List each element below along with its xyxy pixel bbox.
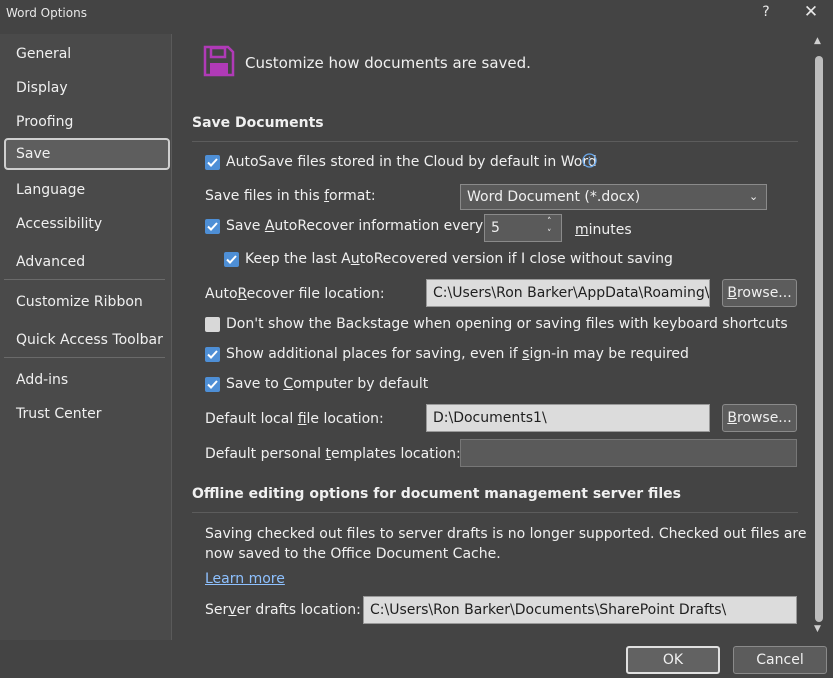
backstage-checkbox[interactable]: [205, 317, 220, 332]
additional-places-label: Show additional places for saving, even …: [226, 346, 689, 362]
autorecover-checkbox[interactable]: [205, 219, 220, 234]
format-label: Save files in this format:: [205, 188, 376, 204]
learn-more-link[interactable]: Learn more: [205, 571, 285, 587]
save-to-computer-label: Save to Computer by default: [226, 376, 429, 392]
save-options-panel: Customize how documents are saved. Save …: [180, 34, 810, 640]
autorecover-browse-button[interactable]: Browse...: [722, 279, 797, 307]
sidebar-item-accessibility[interactable]: Accessibility: [4, 208, 170, 240]
additional-places-checkbox[interactable]: [205, 347, 220, 362]
save-floppy-icon: [202, 44, 236, 78]
templates-location-label: Default personal templates location:: [205, 446, 461, 462]
sidebar-item-trust-center[interactable]: Trust Center: [4, 398, 170, 430]
sidebar-divider: [4, 357, 165, 358]
sidebar-divider: [4, 279, 165, 280]
sidebar-item-save[interactable]: Save: [4, 138, 170, 170]
sidebar-item-language[interactable]: Language: [4, 174, 170, 206]
save-format-dropdown[interactable]: Word Document (*.docx) ⌄: [460, 184, 767, 210]
autorecover-label: Save AutoRecover information every: [226, 218, 484, 234]
autosave-label: AutoSave files stored in the Cloud by de…: [226, 154, 597, 170]
default-local-location-label: Default local file location:: [205, 411, 384, 427]
templates-location-field[interactable]: [460, 439, 797, 467]
window-title: Word Options: [6, 6, 87, 20]
backstage-label: Don't show the Backstage when opening or…: [226, 316, 788, 332]
autorecover-minutes-value: 5: [491, 220, 500, 236]
offline-notice-line1: Saving checked out files to server draft…: [205, 526, 807, 542]
sidebar: General Display Proofing Save Language A…: [0, 34, 172, 640]
autorecover-location-field[interactable]: C:\Users\Ron Barker\AppData\Roaming\Micr…: [426, 279, 710, 307]
autosave-checkbox[interactable]: [205, 155, 220, 170]
spin-down-icon[interactable]: ˅: [547, 221, 552, 247]
scrollbar-thumb[interactable]: [815, 56, 823, 622]
sidebar-item-display[interactable]: Display: [4, 72, 170, 104]
title-bar: Word Options ? ✕: [0, 0, 833, 30]
sidebar-item-proofing[interactable]: Proofing: [4, 106, 170, 138]
chevron-down-icon: ⌄: [749, 190, 759, 203]
section-divider: [192, 512, 798, 513]
sidebar-item-add-ins[interactable]: Add-ins: [4, 364, 170, 396]
keep-last-version-label: Keep the last AutoRecovered version if I…: [245, 251, 673, 267]
cancel-button[interactable]: Cancel: [733, 646, 827, 674]
section-divider: [192, 141, 798, 142]
scroll-up-icon[interactable]: ▲: [814, 36, 821, 46]
page-description: Customize how documents are saved.: [245, 54, 531, 72]
sidebar-item-quick-access-toolbar[interactable]: Quick Access Toolbar: [4, 324, 170, 356]
default-local-location-field[interactable]: D:\Documents1\: [426, 404, 710, 432]
close-button[interactable]: ✕: [800, 2, 822, 24]
close-icon: ✕: [803, 2, 819, 22]
sidebar-item-customize-ribbon[interactable]: Customize Ribbon: [4, 286, 170, 318]
server-drafts-field[interactable]: C:\Users\Ron Barker\Documents\SharePoint…: [363, 596, 797, 624]
autorecover-location-label: AutoRecover file location:: [205, 286, 385, 302]
help-button[interactable]: ?: [756, 4, 776, 24]
section-heading-offline-editing: Offline editing options for document man…: [192, 486, 681, 502]
sidebar-item-advanced[interactable]: Advanced: [4, 246, 170, 278]
default-local-browse-button[interactable]: Browse...: [722, 404, 797, 432]
sidebar-item-general[interactable]: General: [4, 38, 170, 70]
server-drafts-label: Server drafts location:: [205, 602, 361, 618]
content-scrollbar[interactable]: ▲ ▼: [811, 34, 827, 638]
save-to-computer-checkbox[interactable]: [205, 377, 220, 392]
minutes-label: minutes: [575, 222, 632, 238]
ok-button[interactable]: OK: [626, 646, 720, 674]
offline-notice-line2: now saved to the Office Document Cache.: [205, 546, 501, 562]
autorecover-minutes-stepper[interactable]: 5 ˄ ˅: [484, 214, 562, 242]
scroll-down-icon[interactable]: ▼: [814, 624, 821, 634]
keep-last-version-checkbox[interactable]: [224, 252, 239, 267]
info-icon[interactable]: [582, 153, 597, 168]
section-heading-save-documents: Save Documents: [192, 115, 324, 131]
save-format-value: Word Document (*.docx): [467, 189, 641, 205]
